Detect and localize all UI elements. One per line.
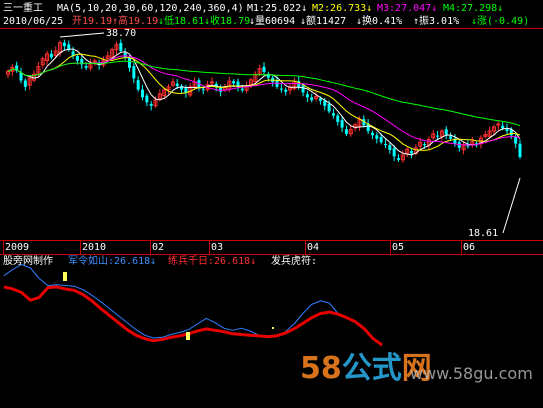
candle-body (449, 136, 453, 139)
candle-body (123, 52, 127, 58)
quote-volume: ↓量60694 (249, 16, 296, 27)
candle-body (132, 66, 136, 79)
quote-date: 2010/06/25 (3, 16, 64, 27)
low-price-label: 18.61 (468, 228, 499, 239)
quote-open: 开19.19 (72, 16, 113, 27)
quote-amplitude: ↑振3.01% (413, 16, 460, 27)
high-marker-line (60, 32, 105, 38)
candle-body (501, 125, 505, 129)
candle-body (84, 66, 88, 68)
candle-body (336, 115, 340, 122)
ma-m1-value: M1:25.022↓ (247, 3, 308, 14)
candle-body (514, 137, 518, 144)
candle-body (305, 94, 309, 98)
candle-body (62, 42, 66, 47)
candle-body (219, 87, 223, 92)
time-label-03: 03 (211, 242, 224, 253)
watermark-url: www.58gu.com (410, 364, 533, 383)
quote-change: ↓涨(-0.49) (471, 16, 530, 27)
candle-body (136, 80, 140, 90)
tally-marker (186, 332, 190, 340)
candle-body (141, 89, 145, 98)
quote-high: ↑高19.19 (112, 16, 159, 27)
candle-body (392, 148, 396, 157)
time-label-05: 05 (392, 242, 405, 253)
candle-body (436, 135, 440, 137)
tally-marker (272, 327, 274, 329)
candle-body (518, 143, 522, 158)
ma-m2-value: M2:26.733↓ (312, 3, 373, 14)
candle-body (262, 66, 266, 73)
quote-low: ↓低18.61 (158, 16, 205, 27)
time-label-2010: 2010 (82, 242, 107, 253)
candle-body (149, 104, 153, 106)
high-price-label: 38.70 (106, 28, 137, 39)
candle-body (379, 137, 383, 143)
indicator-line-generals: 军令如山:26.618↓ (68, 256, 157, 267)
candle-body (119, 42, 123, 52)
quote-close: ↓收18.79 (204, 16, 251, 27)
candle-body (240, 88, 244, 91)
candle-body (232, 81, 236, 84)
stock-chart (0, 28, 543, 347)
candle-body (444, 129, 448, 135)
candle-body (410, 151, 414, 154)
tally-marker (63, 272, 67, 281)
candle-body (331, 113, 335, 116)
candle-body (327, 104, 331, 112)
low-marker-line (502, 177, 521, 234)
time-label-04: 04 (307, 242, 320, 253)
candle-body (279, 88, 283, 90)
time-label-2009: 2009 (5, 242, 30, 253)
candle-body (75, 55, 79, 61)
candle-body (49, 53, 53, 58)
time-label-06: 06 (463, 242, 476, 253)
candle-body (23, 80, 27, 87)
candle-body (175, 83, 179, 87)
indicator-title: 股旁网制作 (3, 256, 53, 267)
time-label-02: 02 (152, 242, 165, 253)
stock-name: 三一重工 (3, 3, 43, 14)
indicator-line-tally: 发兵虎符: (271, 256, 318, 267)
candle-body (344, 129, 348, 134)
candle-body (388, 145, 392, 150)
candle-body (370, 132, 374, 136)
candle-body (340, 120, 344, 128)
candle-body (301, 85, 305, 93)
candle-body (383, 144, 387, 146)
candle-body (423, 144, 427, 146)
candle-body (310, 97, 314, 101)
ma-m4-value: M4:27.298↓ (443, 3, 504, 14)
quote-turnover: ↓换0.41% (356, 16, 403, 27)
indicator-line-soldiers: 练兵千日:26.618↓ (168, 256, 257, 267)
candle-body (375, 135, 379, 139)
watermark: 58公式网 www.58gu.com (300, 352, 538, 388)
candle-body (201, 89, 205, 91)
candle-body (145, 95, 149, 103)
candle-body (318, 98, 322, 101)
quote-amount: ↓额11427 (300, 16, 347, 27)
candle-body (127, 57, 131, 68)
candle-body (284, 89, 288, 92)
candle-body (323, 100, 327, 106)
candle-body (397, 158, 401, 160)
indicator-line-soldiers (3, 285, 383, 347)
ma-label: MA(5,10,20,30,60,120,240,360,4) (57, 3, 244, 14)
ma-m3-value: M3:27.047↓ (377, 3, 438, 14)
